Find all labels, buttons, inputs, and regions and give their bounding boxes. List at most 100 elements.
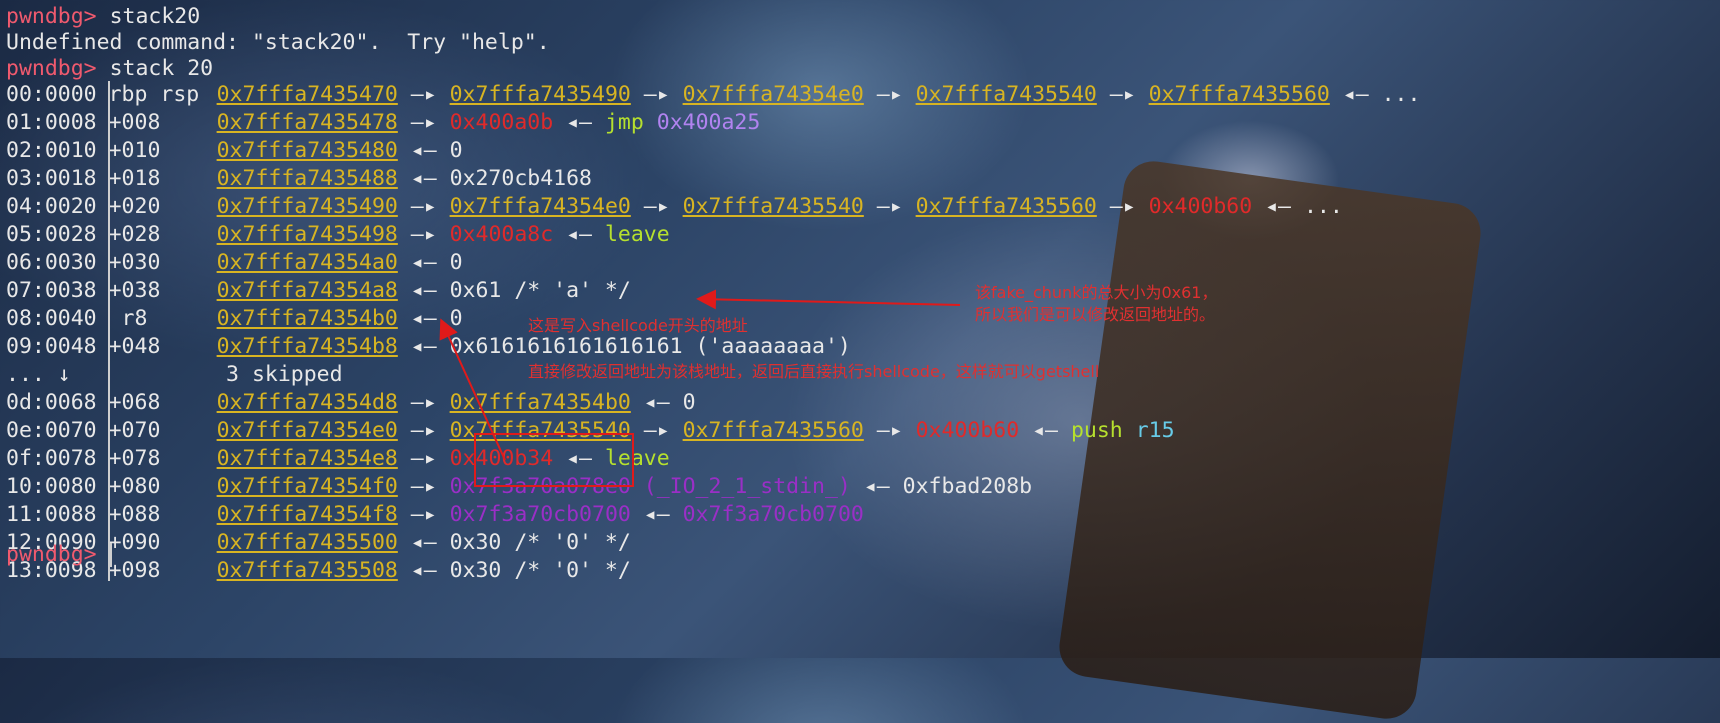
value-token[interactable]: 0x7fffa7435560 xyxy=(683,418,864,443)
arrow-token: ◂— 0x30 /* '0' */ xyxy=(397,530,631,555)
stack-address[interactable]: 0x7fffa7435478 xyxy=(217,110,398,135)
arrow-token: ◂— 0 xyxy=(397,138,463,163)
terminal-output[interactable]: pwndbg> stack20 Undefined command: "stac… xyxy=(0,0,1720,658)
stack-offset: +090 xyxy=(108,530,161,555)
arrow-token: —▸ xyxy=(863,82,916,107)
stack-offset: +070 xyxy=(108,418,161,443)
value-token: 0x7f3a70cb0700 xyxy=(682,502,864,527)
arrow-token: —▸ xyxy=(397,82,450,107)
arrow-token: —▸ xyxy=(397,110,450,135)
stack-row: 08:0040 r8 0x7fffa74354b0 ◂— 0 xyxy=(6,305,463,333)
prompt-line-1: pwndbg> stack20 xyxy=(6,3,200,31)
arrow-token: ◂— 0x30 /* '0' */ xyxy=(397,558,631,583)
stack-offset: +020 xyxy=(108,194,161,219)
stack-row: 06:0030 +030 0x7fffa74354a0 ◂— 0 xyxy=(6,249,463,277)
stack-address[interactable]: 0x7fffa7435500 xyxy=(217,530,398,555)
arrow-token: ◂— ... xyxy=(1329,82,1421,107)
value-token[interactable]: 0x7fffa7435540 xyxy=(916,82,1097,107)
stack-address[interactable]: 0x7fffa74354b0 xyxy=(217,306,398,331)
stack-index: 02:0010 xyxy=(6,138,97,163)
stack-offset: rbp rsp xyxy=(108,82,200,107)
stack-row: 00:0000 rbp rsp 0x7fffa7435470 —▸ 0x7fffa7… xyxy=(6,81,1420,109)
stack-offset: +068 xyxy=(108,390,161,415)
stack-offset: +010 xyxy=(108,138,161,163)
stack-index: 11:0088 xyxy=(6,502,97,527)
stack-offset: +018 xyxy=(108,166,161,191)
value-token[interactable]: 0x7fffa7435490 xyxy=(450,82,631,107)
arrow-token: —▸ xyxy=(397,446,450,471)
prompt-line-final[interactable]: pwndbg> xyxy=(6,541,112,569)
stack-offset: +038 xyxy=(108,278,161,303)
arrow-token: —▸ xyxy=(397,194,450,219)
arrow-token: ◂— ... xyxy=(1252,194,1343,219)
arrow-token: —▸ xyxy=(397,418,450,443)
stack-offset: +008 xyxy=(108,110,161,135)
stack-offset: r8 xyxy=(108,306,148,331)
value-token: 0x400a8c xyxy=(449,222,554,247)
stack-row: 01:0008 +008 0x7fffa7435478 —▸ 0x400a0b ◂—… xyxy=(6,109,760,137)
stack-offset: +078 xyxy=(108,446,161,471)
arrow-token: —▸ xyxy=(397,222,450,247)
value-token: jmp xyxy=(604,110,644,135)
stack-index: 0e:0070 xyxy=(6,418,97,443)
stack-offset: +080 xyxy=(108,474,161,499)
column-separator xyxy=(108,81,110,581)
stack-address[interactable]: 0x7fffa7435480 xyxy=(217,138,398,163)
stack-address[interactable]: 0x7fffa74354f0 xyxy=(217,474,398,499)
value-token: push xyxy=(1070,418,1123,443)
stack-address[interactable]: 0x7fffa74354e8 xyxy=(217,446,398,471)
stack-offset: +030 xyxy=(108,250,161,275)
value-token: r15 xyxy=(1135,418,1175,443)
stack-address[interactable]: 0x7fffa7435470 xyxy=(217,82,398,107)
value-token: 0x400b60 xyxy=(915,418,1020,443)
stack-row: 11:0088 +088 0x7fffa74354f8 —▸ 0x7f3a70cb0… xyxy=(6,501,864,529)
arrow-token: ◂— xyxy=(1019,418,1071,443)
arrow-token: —▸ xyxy=(1096,194,1149,219)
value-token[interactable]: 0x7fffa74354b0 xyxy=(450,390,631,415)
arrow-token: —▸ xyxy=(397,390,450,415)
stack-address[interactable]: 0x7fffa74354a0 xyxy=(217,250,398,275)
value-token[interactable]: 0x7fffa74354e0 xyxy=(683,82,864,107)
value-token: 0x7f3a70cb0700 xyxy=(449,502,631,527)
value-token[interactable]: 0x7fffa7435560 xyxy=(916,194,1097,219)
stack-address[interactable]: 0x7fffa74354e0 xyxy=(217,418,398,443)
arrow-token: —▸ xyxy=(1096,82,1149,107)
arrow-token: ◂— xyxy=(630,502,683,527)
stack-index: 08:0040 xyxy=(6,306,97,331)
prompt-line-2: pwndbg> stack 20 xyxy=(6,55,213,83)
stack-index: 06:0030 xyxy=(6,250,97,275)
value-token[interactable]: 0x7fffa7435540 xyxy=(683,194,864,219)
stack-address[interactable]: 0x7fffa74354b8 xyxy=(217,334,398,359)
stack-address[interactable]: 0x7fffa7435508 xyxy=(217,558,398,583)
stack-index: 05:0028 xyxy=(6,222,97,247)
arrow-token: ◂— xyxy=(553,110,605,135)
arrow-token xyxy=(644,110,657,135)
stack-index: 09:0048 xyxy=(6,334,97,359)
stack-row: 04:0020 +020 0x7fffa7435490 —▸ 0x7fffa7435… xyxy=(6,193,1343,221)
stack-address[interactable]: 0x7fffa7435488 xyxy=(217,166,398,191)
annotation-shellcode-addr: 这是写入shellcode开头的地址 xyxy=(528,316,748,335)
arrow-token: —▸ xyxy=(863,418,916,443)
stack-address[interactable]: 0x7fffa7435498 xyxy=(217,222,398,247)
stack-address[interactable]: 0x7fffa74354d8 xyxy=(217,390,398,415)
stack-row: 09:0048 +048 0x7fffa74354b8 ◂— 0x616161616… xyxy=(6,333,851,361)
arrow-token: —▸ xyxy=(630,418,683,443)
stack-address[interactable]: 0x7fffa74354a8 xyxy=(217,278,398,303)
arrow-token: ◂— 0 xyxy=(397,306,463,331)
annotation-line: 该fake_chunk的总大小为0x61， xyxy=(975,283,1218,302)
error-message: Undefined command: "stack20". Try "help"… xyxy=(6,30,550,55)
skipped-text: ... ↓ 3 skipped xyxy=(6,362,343,387)
value-token[interactable]: 0x7fffa74354e0 xyxy=(450,194,631,219)
stack-index: 07:0038 xyxy=(6,278,97,303)
annotation-fake-chunk: 该fake_chunk的总大小为0x61， 所以我们是可以修改返回地址的。 xyxy=(975,282,1217,326)
value-token[interactable]: 0x7fffa7435560 xyxy=(1149,82,1330,107)
annotation-line: 所以我们是可以修改返回地址的。 xyxy=(975,305,1216,324)
stack-address[interactable]: 0x7fffa74354f8 xyxy=(217,502,398,527)
stack-address[interactable]: 0x7fffa7435490 xyxy=(217,194,398,219)
arrow-token: —▸ xyxy=(630,82,683,107)
stack-row: 05:0028 +028 0x7fffa7435498 —▸ 0x400a8c ◂—… xyxy=(6,221,670,249)
skipped-row: ... ↓ 3 skipped xyxy=(6,361,343,389)
value-token: 0x400a25 xyxy=(656,110,761,135)
stack-offset: +048 xyxy=(108,334,161,359)
value-token: 0x400a0b xyxy=(449,110,554,135)
